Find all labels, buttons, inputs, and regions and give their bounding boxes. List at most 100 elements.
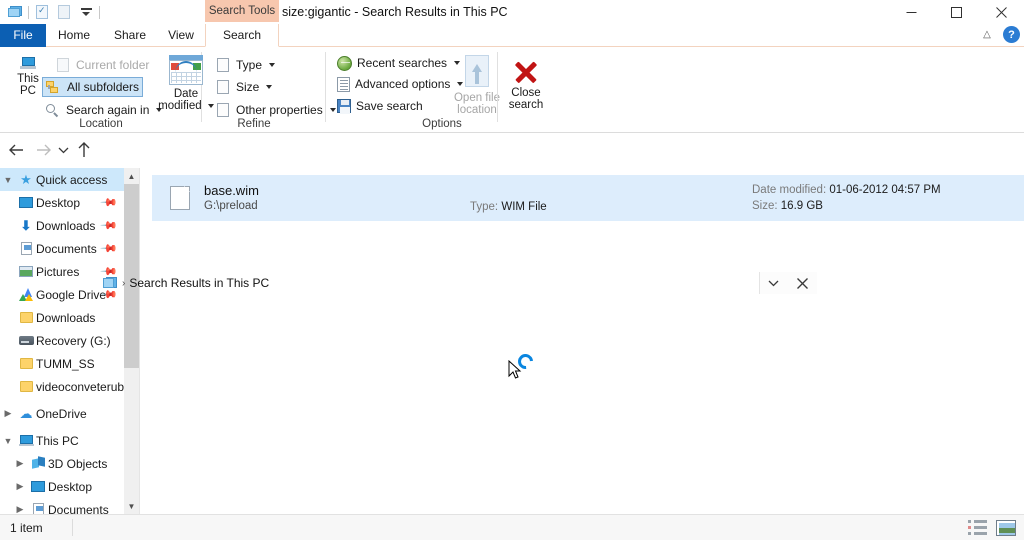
chevron-right-icon[interactable]: ▶ xyxy=(12,481,28,492)
file-explorer-window: Search Tools size:gigantic - Search Resu… xyxy=(0,0,1024,540)
close-search-icon xyxy=(511,57,541,87)
help-icon[interactable]: ? xyxy=(1003,26,1020,43)
close-search-label-line1: Close xyxy=(511,87,541,99)
group-label-location: Location xyxy=(79,118,123,130)
chevron-right-icon[interactable]: ▶ xyxy=(12,504,28,514)
google-drive-icon xyxy=(16,288,36,301)
breadcrumb-separator: › xyxy=(122,277,126,289)
file-name: base.wim xyxy=(204,183,259,198)
chevron-right-icon[interactable]: ▶ xyxy=(0,408,16,419)
tab-file[interactable]: File xyxy=(0,24,46,47)
sidebar-item-label: Downloads xyxy=(36,218,96,233)
type-filter-button[interactable]: Type xyxy=(212,55,278,75)
size-filter-button[interactable]: Size xyxy=(212,77,275,97)
advanced-options-button[interactable]: Advanced options xyxy=(334,74,466,94)
sidebar-item-onedrive[interactable]: ▶ ☁ OneDrive xyxy=(0,402,124,425)
type-label: Type xyxy=(236,58,263,72)
sidebar-item-label: 3D Objects xyxy=(48,456,108,471)
chevron-down-icon[interactable]: ▼ xyxy=(0,436,16,446)
pin-icon[interactable]: 📌 xyxy=(100,239,119,258)
sidebar-item-documents-pc[interactable]: ▶ Documents xyxy=(0,498,124,514)
recent-searches-label: Recent searches xyxy=(357,56,448,70)
sidebar-item-quick-access[interactable]: ▼ ★ Quick access xyxy=(0,168,124,191)
tab-home[interactable]: Home xyxy=(46,24,102,47)
size-value: 16.9 GB xyxy=(780,200,823,212)
item-count-label: 1 item xyxy=(10,521,43,535)
sidebar-item-label: OneDrive xyxy=(36,406,87,421)
previous-locations-button[interactable] xyxy=(759,272,787,294)
large-icons-view-button[interactable] xyxy=(996,519,1016,536)
sidebar-item-desktop-pc[interactable]: ▶ Desktop xyxy=(0,475,124,498)
up-button[interactable] xyxy=(72,138,96,162)
table-row[interactable]: base.wim G:\preload Type: WIM File Date … xyxy=(152,175,1024,221)
size-key: Size: xyxy=(752,200,778,212)
sidebar-item-downloads-folder[interactable]: Downloads xyxy=(0,306,124,329)
forward-button[interactable] xyxy=(32,138,56,162)
stop-search-button[interactable] xyxy=(787,272,817,294)
breadcrumb-text[interactable]: Search Results in This PC xyxy=(129,276,269,290)
date-modified-key: Date modified: xyxy=(752,184,827,196)
ribbon-tab-strip: File Home Share View Search △ ? xyxy=(0,24,1024,47)
properties-icon[interactable] xyxy=(31,2,53,22)
new-folder-icon[interactable] xyxy=(53,2,75,22)
back-button[interactable] xyxy=(4,138,28,162)
tab-search[interactable]: Search xyxy=(205,24,279,47)
folder-icon xyxy=(16,381,36,392)
subfolders-icon xyxy=(46,80,62,95)
results-pane: base.wim G:\preload Type: WIM File Date … xyxy=(140,168,1024,514)
customize-icon[interactable] xyxy=(75,2,97,22)
sidebar-item-desktop-quick[interactable]: Desktop 📌 xyxy=(0,191,124,214)
date-modified-value: 01-06-2012 04:57 PM xyxy=(829,184,941,196)
all-subfolders-button[interactable]: All subfolders xyxy=(42,77,144,97)
chevron-right-icon[interactable]: ▶ xyxy=(12,458,28,469)
advanced-options-icon xyxy=(337,76,350,92)
sidebar-item-documents-quick[interactable]: Documents 📌 xyxy=(0,237,124,260)
pictures-icon xyxy=(16,266,36,277)
sidebar-item-recovery-g[interactable]: Recovery (G:) xyxy=(0,329,124,352)
scroll-up-arrow-icon[interactable]: ▲ xyxy=(124,168,139,184)
tab-share[interactable]: Share xyxy=(102,24,158,47)
search-tools-contextual-label: Search Tools xyxy=(205,0,279,22)
sidebar-item-label: videoconveterub xyxy=(36,379,124,394)
sidebar-item-label: Desktop xyxy=(36,195,81,210)
scroll-down-arrow-icon[interactable]: ▼ xyxy=(124,498,139,514)
onedrive-icon: ☁ xyxy=(19,405,33,421)
recent-locations-button[interactable] xyxy=(54,138,72,162)
sidebar-scrollbar[interactable]: ▲ ▼ xyxy=(124,168,139,514)
close-button[interactable] xyxy=(979,0,1024,24)
calendar-icon xyxy=(169,55,203,85)
pin-icon[interactable]: 📌 xyxy=(100,193,119,212)
details-view-button[interactable] xyxy=(968,519,988,536)
size-icon xyxy=(217,80,229,94)
type-icon xyxy=(217,58,229,72)
sidebar-item-downloads-quick[interactable]: ⬇ Downloads 📌 xyxy=(0,214,124,237)
spinner-icon xyxy=(514,350,537,373)
maximize-button[interactable] xyxy=(934,0,979,24)
search-again-in-button[interactable]: Search again in xyxy=(42,100,165,120)
tab-view[interactable]: View xyxy=(158,24,204,47)
explorer-icon[interactable] xyxy=(4,2,26,22)
current-folder-button[interactable]: Current folder xyxy=(52,55,152,75)
search-again-icon xyxy=(45,103,61,118)
this-pc-label-line2: PC xyxy=(20,85,36,97)
close-search-button[interactable]: Close search xyxy=(498,53,554,111)
recent-searches-button[interactable]: Recent searches xyxy=(334,53,463,73)
status-bar: 1 item xyxy=(0,514,1024,540)
other-properties-icon xyxy=(217,103,229,117)
size-label: Size xyxy=(236,80,260,94)
chevron-down-icon xyxy=(266,85,273,89)
sidebar-item-3d-objects[interactable]: ▶ 3D Objects xyxy=(0,452,124,475)
desktop-icon xyxy=(28,481,48,492)
chevron-down-icon[interactable]: ▼ xyxy=(0,175,16,185)
sidebar-item-tumm-ss[interactable]: TUMM_SS xyxy=(0,352,124,375)
save-search-button[interactable]: Save search xyxy=(334,96,426,116)
minimize-button[interactable] xyxy=(889,0,934,24)
pin-icon[interactable]: 📌 xyxy=(100,216,119,235)
other-properties-button[interactable]: Other properties xyxy=(212,100,339,120)
date-modified-button[interactable]: Date modified xyxy=(154,51,218,112)
sidebar-item-label: Documents xyxy=(48,502,109,515)
sidebar-item-this-pc[interactable]: ▼ This PC xyxy=(0,429,124,452)
sidebar-item-videoconveterub[interactable]: videoconveterub xyxy=(0,375,124,398)
chevron-up-icon[interactable]: △ xyxy=(979,27,995,43)
ribbon-right-controls: △ ? xyxy=(979,26,1020,43)
